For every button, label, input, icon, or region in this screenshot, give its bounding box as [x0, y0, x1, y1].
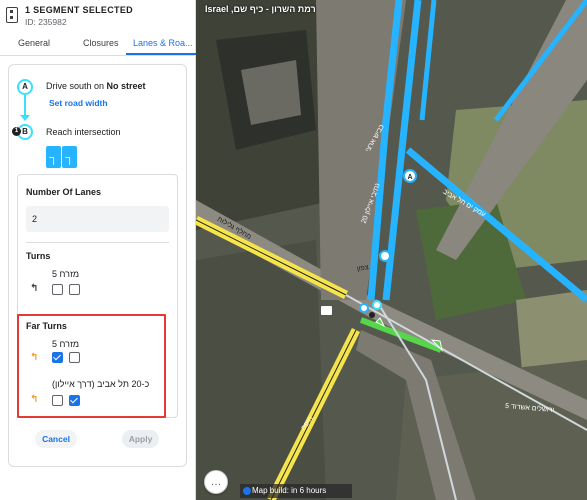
far-turns-label: Far Turns [26, 321, 67, 331]
map-imagery: A [196, 0, 587, 500]
tab-general[interactable]: General [18, 38, 50, 48]
editor-window: 1 SEGMENT SELECTED ID: 235982 General Cl… [0, 0, 587, 500]
set-road-width-link[interactable]: Set road width [49, 98, 108, 108]
svg-text:A: A [407, 174, 412, 181]
far-turn-left-icon: ↰ [30, 394, 39, 405]
turn-lane-1-checkbox[interactable] [52, 284, 63, 295]
lane-left-turn-icon[interactable]: ┐ [46, 146, 61, 168]
far-turn-2-lane-1-checkbox[interactable] [52, 395, 63, 406]
segment-panel: 1 SEGMENT SELECTED ID: 235982 General Cl… [0, 0, 196, 500]
active-tab-indicator [126, 53, 196, 55]
far-turn-1-lane-2-checkbox[interactable] [69, 352, 80, 363]
turn-street-label: מזרח 5 [52, 269, 80, 279]
node-label-icon[interactable] [320, 305, 333, 316]
panel-tabs: General Closures Lanes & Roa... [0, 34, 196, 56]
chat-icon[interactable]: … [204, 470, 228, 494]
segment-title: 1 SEGMENT SELECTED [25, 5, 133, 15]
selected-node-marker[interactable] [372, 300, 382, 310]
segment-icon [6, 7, 18, 23]
far-turn-street-label: כ-20 תל אביב (דרך איילון) [52, 379, 150, 389]
info-icon [243, 487, 251, 495]
tab-lanes[interactable]: Lanes & Roa... [133, 38, 193, 48]
turn-lane-2-checkbox[interactable] [69, 284, 80, 295]
far-turn-street-label: מזרח 5 [52, 339, 80, 349]
map-canvas[interactable]: A [196, 0, 587, 500]
far-turn-2-lane-2-checkbox[interactable] [69, 395, 80, 406]
drive-prefix: Drive south on [46, 81, 107, 91]
map-build-status: Map build: in 6 hours [240, 484, 352, 498]
map-location-title: רמת השרון - כיף שם, Israel [205, 4, 316, 14]
node-b-badge: 1 [12, 127, 21, 136]
number-of-lanes-input[interactable] [26, 206, 169, 232]
far-turn-left-icon: ↰ [30, 352, 39, 363]
turn-left-icon: ↰ [30, 283, 39, 294]
far-turn-1-lane-1-checkbox[interactable] [52, 352, 63, 363]
reach-intersection-text: Reach intersection [46, 127, 121, 137]
map-build-text: Map build: in 6 hours [252, 486, 327, 495]
segment-id: ID: 235982 [25, 17, 67, 27]
node-a-marker: A [17, 79, 33, 95]
turns-label: Turns [26, 251, 51, 261]
route-arrow-icon [20, 115, 30, 121]
number-of-lanes-label: Number Of Lanes [26, 187, 102, 197]
divider [26, 242, 169, 243]
drive-text: Drive south on No street [46, 81, 146, 91]
lane-left-turn-icon[interactable]: ┐ [62, 146, 77, 168]
tab-closures[interactable]: Closures [83, 38, 119, 48]
panel-header: 1 SEGMENT SELECTED ID: 235982 [0, 0, 196, 30]
cancel-button[interactable]: Cancel [35, 430, 77, 448]
drive-street: No street [106, 81, 146, 91]
apply-button[interactable]: Apply [122, 430, 159, 448]
